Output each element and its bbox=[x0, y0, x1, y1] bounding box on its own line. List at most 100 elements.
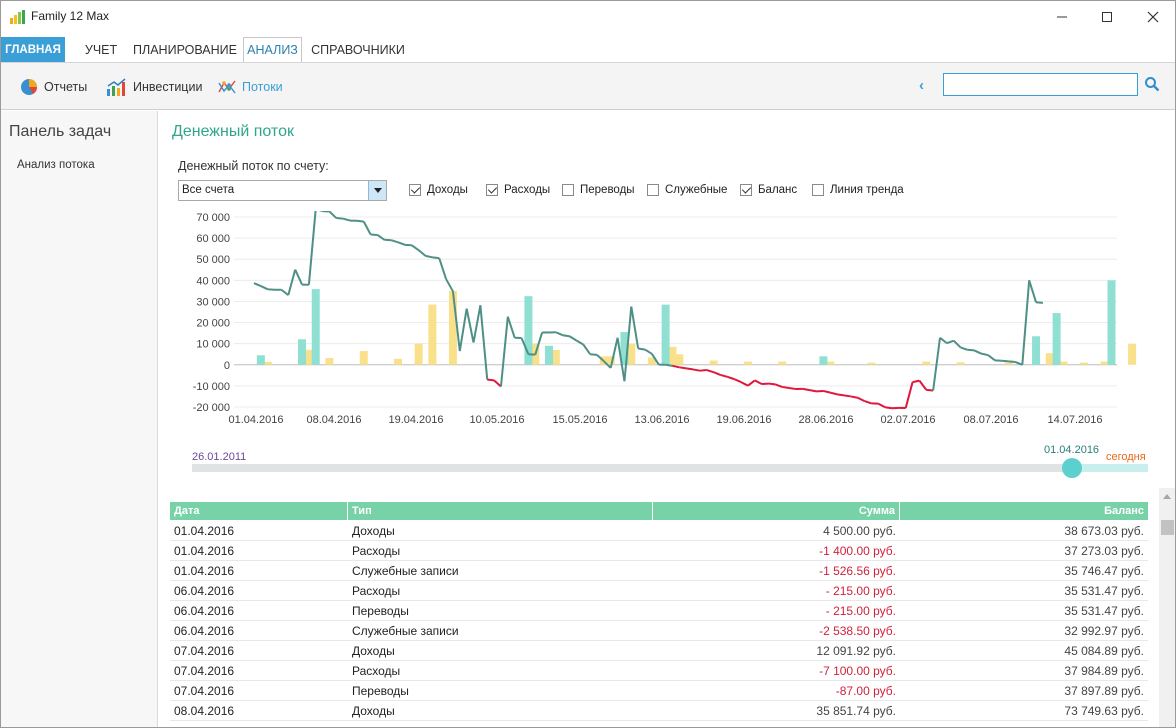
filter-transfers-checkbox[interactable] bbox=[562, 184, 574, 196]
timeline-selected-range bbox=[1071, 464, 1148, 472]
scroll-up-icon[interactable] bbox=[1163, 494, 1171, 499]
dropdown-arrow-icon[interactable] bbox=[368, 181, 386, 200]
expense-bar bbox=[304, 349, 313, 365]
filter-expense[interactable]: Расходы bbox=[486, 183, 550, 197]
filter-service[interactable]: Служебные bbox=[647, 183, 727, 197]
cell-sum: 35 851.74 руб. bbox=[816, 704, 896, 718]
filter-expense-label: Расходы bbox=[504, 184, 551, 196]
table-row[interactable]: 06.04.2016 Расходы - 215.00 руб. 35 531.47 … bbox=[170, 581, 1148, 601]
filter-trend-checkbox[interactable] bbox=[812, 184, 824, 196]
filter-expense-checkbox[interactable] bbox=[486, 184, 498, 196]
x-tick-label: 14.07.2016 bbox=[1047, 414, 1102, 426]
scroll-thumb[interactable] bbox=[1161, 520, 1174, 535]
minimize-button[interactable] bbox=[1039, 1, 1085, 33]
balance-line-segment bbox=[740, 381, 749, 387]
timeline-slider-handle[interactable] bbox=[1061, 458, 1082, 478]
table-row[interactable]: 07.04.2016 Доходы 12 091.92 руб. 45 084.89 … bbox=[170, 641, 1148, 661]
tab-references[interactable]: СПРАВОЧНИКИ bbox=[305, 37, 411, 63]
table-row[interactable]: 06.04.2016 Переводы - 215.00 руб. 35 531.47… bbox=[170, 601, 1148, 621]
table-scrollbar[interactable] bbox=[1159, 488, 1175, 727]
filter-transfers-label: Переводы bbox=[580, 184, 635, 196]
account-select[interactable]: Все счета bbox=[178, 180, 387, 201]
column-date[interactable]: Дата bbox=[170, 502, 348, 520]
timeline-track[interactable] bbox=[192, 464, 1148, 472]
column-sum[interactable]: Сумма bbox=[653, 502, 900, 520]
table-row[interactable]: 07.04.2016 Расходы -7 100.00 руб. 37 984.89… bbox=[170, 661, 1148, 681]
x-tick-label: 13.06.2016 bbox=[634, 414, 689, 426]
filter-balance[interactable]: Баланс bbox=[740, 183, 797, 197]
x-tick-label: 28.06.2016 bbox=[798, 414, 853, 426]
search-icon[interactable] bbox=[1144, 76, 1160, 92]
maximize-button[interactable] bbox=[1084, 1, 1130, 33]
filter-service-checkbox[interactable] bbox=[647, 184, 659, 196]
balance-line-segment bbox=[638, 347, 646, 351]
column-balance[interactable]: Баланс bbox=[900, 502, 1148, 520]
task-item-flow-analysis[interactable]: Анализ потока bbox=[17, 159, 95, 171]
cell-date: 06.04.2016 bbox=[174, 604, 235, 618]
balance-line-segment bbox=[1008, 360, 1016, 364]
balance-line-segment bbox=[465, 308, 475, 343]
balance-line-segment bbox=[788, 387, 797, 391]
filter-income[interactable]: Доходы bbox=[409, 183, 468, 197]
y-tick-label: 20 000 bbox=[196, 318, 230, 330]
expense-bar bbox=[325, 358, 334, 365]
filter-balance-checkbox[interactable] bbox=[740, 184, 752, 196]
expense-bar bbox=[743, 361, 752, 365]
income-bar bbox=[544, 345, 553, 365]
cell-sum: - 215.00 руб. bbox=[825, 584, 896, 598]
table-row[interactable]: 01.04.2016 Служебные записи -1 526.56 руб.… bbox=[170, 561, 1148, 581]
cell-balance: 35 531.47 руб. bbox=[1064, 604, 1144, 618]
tab-analysis[interactable]: АНАЛИЗ bbox=[243, 37, 302, 63]
table-row[interactable]: 07.04.2016 Переводы -87.00 руб. 37 897.89 р… bbox=[170, 681, 1148, 701]
table-row[interactable]: 06.04.2016 Служебные записи -2 538.50 руб.… bbox=[170, 621, 1148, 641]
investments-button[interactable]: Инвестиции bbox=[106, 77, 202, 97]
filter-trend[interactable]: Линия тренда bbox=[812, 183, 904, 197]
balance-line-segment bbox=[425, 254, 433, 259]
balance-line-segment bbox=[946, 339, 955, 345]
income-bar bbox=[298, 339, 307, 365]
timeline-start-label: 26.01.2011 bbox=[192, 451, 247, 463]
back-arrow-icon[interactable]: ‹ bbox=[919, 77, 924, 94]
income-bar bbox=[1107, 280, 1116, 365]
balance-line-segment bbox=[857, 396, 865, 402]
ribbon-tabs: ГЛАВНАЯ УЧЕТ ПЛАНИРОВАНИЕ АНАЛИЗ СПРАВОЧ… bbox=[1, 37, 1175, 63]
balance-line-segment bbox=[555, 331, 564, 337]
balance-line-segment bbox=[260, 285, 269, 291]
balance-line-segment bbox=[1035, 301, 1043, 304]
balance-line-segment bbox=[280, 288, 289, 296]
cell-sum: -1 400.00 руб. bbox=[819, 544, 896, 558]
filter-income-checkbox[interactable] bbox=[409, 184, 421, 196]
balance-line-segment bbox=[830, 391, 838, 396]
expense-bar bbox=[1080, 362, 1089, 365]
expense-bar bbox=[551, 350, 560, 365]
table-row[interactable]: 08.04.2016 Доходы 35 851.74 руб. 73 749.63 … bbox=[170, 701, 1148, 721]
timeline-end-label: сегодня bbox=[1106, 451, 1146, 463]
balance-line-segment bbox=[802, 387, 810, 392]
table-row[interactable]: 01.04.2016 Расходы -1 400.00 руб. 37 273.03… bbox=[170, 541, 1148, 561]
y-tick-label: -10 000 bbox=[193, 381, 230, 393]
tab-accounting[interactable]: УЧЕТ bbox=[77, 37, 125, 63]
close-button[interactable] bbox=[1130, 1, 1175, 33]
cell-type: Переводы bbox=[352, 684, 409, 698]
income-bar bbox=[256, 355, 265, 365]
balance-line-segment bbox=[630, 306, 640, 349]
column-type[interactable]: Тип bbox=[348, 502, 653, 520]
balance-line-segment bbox=[706, 369, 714, 374]
cell-date: 01.04.2016 bbox=[174, 524, 235, 538]
reports-button[interactable]: Отчеты bbox=[19, 77, 87, 97]
cell-balance: 32 992.97 руб. bbox=[1064, 624, 1144, 638]
balance-line-segment bbox=[747, 379, 756, 387]
expense-bar bbox=[414, 343, 423, 365]
expense-bar bbox=[428, 304, 437, 365]
search-input[interactable] bbox=[943, 73, 1138, 96]
filter-transfers[interactable]: Переводы bbox=[562, 183, 635, 197]
flows-button[interactable]: Потоки bbox=[217, 77, 283, 97]
tab-home[interactable]: ГЛАВНАЯ bbox=[1, 37, 65, 63]
table-row[interactable]: 01.04.2016 Доходы 4 500.00 руб. 38 673.03 р… bbox=[170, 521, 1148, 541]
tab-planning[interactable]: ПЛАНИРОВАНИЕ bbox=[130, 37, 240, 63]
expense-bar bbox=[1059, 361, 1068, 365]
balance-line-segment bbox=[679, 366, 687, 370]
cell-type: Доходы bbox=[352, 704, 395, 718]
reports-label: Отчеты bbox=[44, 80, 88, 94]
balance-line-segment bbox=[336, 217, 344, 220]
